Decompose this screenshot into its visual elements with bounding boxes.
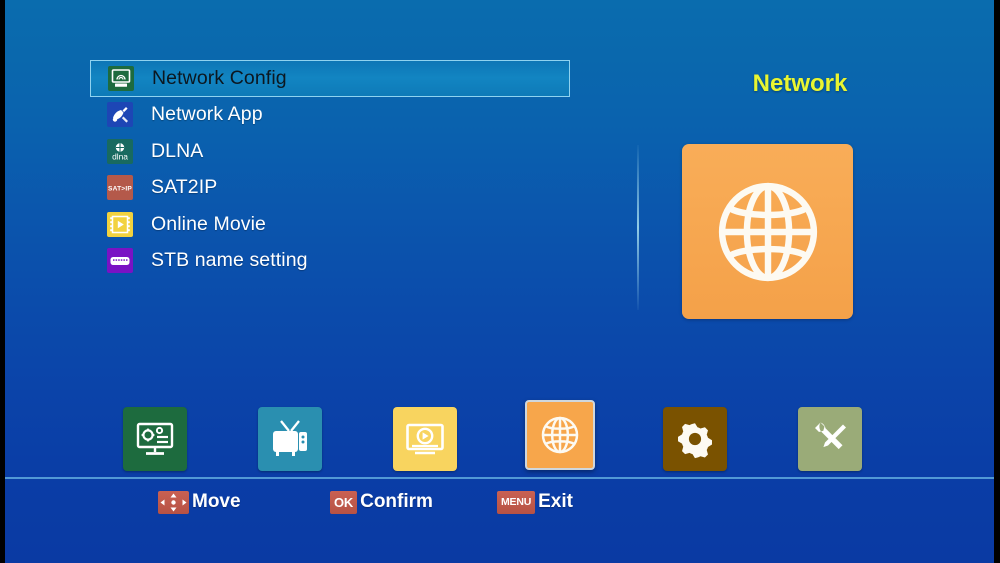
menu-item-label: STB name setting (151, 249, 308, 272)
menu-item-label: Network App (151, 103, 263, 126)
menu-key-badge: MENU (497, 490, 536, 514)
tools-icon (808, 417, 852, 461)
category-media[interactable] (393, 407, 457, 471)
ok-key-badge: OK (330, 490, 358, 514)
hint-exit: MENU Exit (497, 489, 573, 515)
menu-item-dlna[interactable]: dlna DLNA (90, 133, 570, 170)
dlna-icon: dlna (107, 138, 133, 164)
hint-label: Confirm (360, 491, 433, 512)
menu-item-stb-name-setting[interactable]: STB name setting (90, 243, 570, 280)
hint-confirm: OK Confirm (330, 489, 433, 515)
svg-text:dlna: dlna (112, 151, 128, 161)
network-menu-list: Network Config Network App dlna DLNA SAT… (90, 60, 570, 279)
category-network[interactable] (525, 400, 595, 470)
svg-text:SAT>IP: SAT>IP (108, 186, 132, 193)
hint-bar: Move OK Confirm MENU Exit (0, 489, 1000, 521)
menu-item-label: Network Config (152, 66, 287, 89)
stb-name-icon (107, 248, 133, 274)
category-system[interactable] (663, 407, 727, 471)
media-player-icon (403, 417, 447, 461)
menu-item-network-app[interactable]: Network App (90, 97, 570, 134)
menu-item-sat2ip[interactable]: SAT>IP SAT2IP (90, 170, 570, 207)
online-movie-icon (107, 211, 133, 237)
menu-item-label: SAT2IP (151, 176, 218, 199)
hint-label: Move (192, 491, 241, 512)
hint-bar-separator (0, 477, 1000, 479)
category-channel[interactable] (258, 407, 322, 471)
tv-icon (268, 417, 312, 461)
screen-bezel-right (994, 0, 1000, 563)
globe-icon (537, 412, 583, 458)
sat2ip-icon: SAT>IP (107, 175, 133, 201)
page-title: Network (752, 70, 848, 97)
network-preview-tile (682, 144, 853, 319)
globe-icon (706, 170, 830, 294)
hint-label: Exit (538, 491, 573, 512)
monitor-settings-icon (133, 417, 177, 461)
category-tools[interactable] (798, 407, 862, 471)
menu-item-label: Online Movie (151, 212, 267, 235)
panel-divider (637, 145, 639, 310)
network-config-icon (108, 65, 134, 91)
gear-icon (674, 418, 716, 460)
menu-item-network-config[interactable]: Network Config (90, 60, 570, 97)
menu-item-label: DLNA (151, 139, 204, 162)
stb-menu-screen: Network Config Network App dlna DLNA SAT… (0, 0, 1000, 563)
menu-item-online-movie[interactable]: Online Movie (90, 206, 570, 243)
category-strip (0, 400, 1000, 480)
network-app-icon (107, 102, 133, 128)
hint-move: Move (158, 489, 241, 515)
arrow-keys-icon (158, 490, 189, 514)
screen-bezel-left (0, 0, 5, 563)
category-installation[interactable] (123, 407, 187, 471)
